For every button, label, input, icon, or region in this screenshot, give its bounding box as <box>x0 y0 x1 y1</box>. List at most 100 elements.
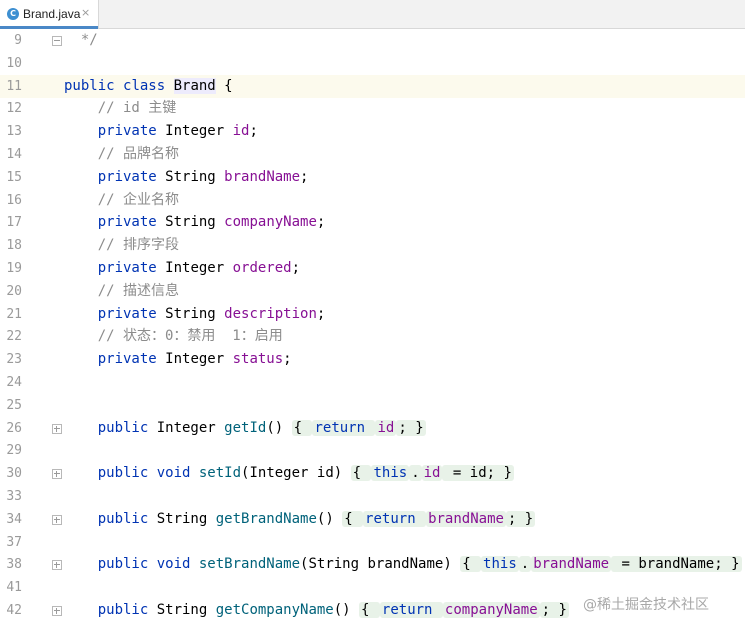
code-line[interactable]: 16 // 企业名称 <box>0 189 745 212</box>
code-token: { <box>460 556 482 573</box>
line-number: 19 <box>6 261 22 276</box>
code-token: (String brandName) <box>300 556 461 573</box>
line-number: 9 <box>14 33 22 48</box>
line-number: 12 <box>6 101 22 117</box>
code-text: // 状态：0：禁用 1：启用 <box>64 325 283 348</box>
code-line[interactable]: 22 // 状态：0：禁用 1：启用 <box>0 325 745 348</box>
code-editor[interactable]: 9 */10 11 public class Brand {12 // id 主键 1… <box>0 29 745 633</box>
code-token: String <box>156 510 216 527</box>
code-token: (Integer id) <box>241 465 351 482</box>
line-number: 30 <box>6 466 22 482</box>
code-token: String <box>165 168 225 185</box>
line-number: 15 <box>6 169 22 185</box>
code-line[interactable]: 18 // 排序字段 <box>0 234 745 257</box>
code-token: public <box>64 556 157 573</box>
fold-toggle-icon[interactable] <box>52 514 62 525</box>
code-token: */ <box>64 32 98 48</box>
code-token: () <box>266 419 292 436</box>
code-token: id <box>232 123 250 140</box>
line-number: 29 <box>6 443 22 459</box>
code-token: private <box>64 351 166 368</box>
code-text: public Integer getId() { return id; } <box>64 417 426 440</box>
code-token: ; } <box>505 510 536 527</box>
java-class-icon: C <box>7 8 19 20</box>
code-token: private <box>64 168 166 185</box>
code-line[interactable]: 34 public String getBrandName() { return… <box>0 508 745 531</box>
code-line[interactable]: 37 <box>0 531 745 554</box>
code-text: private Integer status; <box>64 348 292 371</box>
code-line[interactable]: 23 private Integer status; <box>0 348 745 371</box>
code-line[interactable]: 9 */ <box>0 29 745 52</box>
code-text: public String getCompanyName() { return … <box>64 599 569 622</box>
code-token: ; } <box>396 419 426 436</box>
watermark: @稀土掘金技术社区 <box>583 597 709 613</box>
code-text: private String companyName; <box>64 211 326 234</box>
code-token: ; <box>316 305 326 322</box>
line-number: 13 <box>6 124 22 140</box>
code-token: = id; } <box>442 465 514 482</box>
line-number: 14 <box>6 147 22 162</box>
code-line[interactable]: 20 // 描述信息 <box>0 280 745 303</box>
code-token: String <box>165 305 225 322</box>
code-line[interactable]: 11 public class Brand { <box>0 74 745 98</box>
code-token: private <box>64 305 166 322</box>
code-token: { <box>359 602 380 618</box>
code-token: getBrandName <box>215 510 317 527</box>
code-token: void <box>156 556 199 573</box>
line-number: 21 <box>6 306 22 322</box>
line-number: 11 <box>6 78 22 94</box>
code-token: Integer <box>165 351 233 368</box>
code-token: ordered <box>232 260 292 276</box>
code-line[interactable]: 30 public void setId(Integer id) { this.… <box>0 462 745 485</box>
code-line[interactable]: 38 public void setBrandName(String brand… <box>0 553 745 576</box>
code-text: public void setId(Integer id) { this. id … <box>64 462 514 485</box>
code-token: Integer <box>165 123 233 140</box>
code-token: // 排序字段 <box>64 237 180 254</box>
code-line[interactable]: 26 public Integer getId() { return id; } <box>0 417 745 440</box>
code-line[interactable]: 12 // id 主键 <box>0 97 745 120</box>
code-token: brandName <box>426 510 506 527</box>
code-token: brandName <box>224 168 301 185</box>
line-number: 24 <box>6 375 22 390</box>
code-line[interactable]: 33 <box>0 485 745 508</box>
code-line[interactable]: 21 private String description; <box>0 303 745 326</box>
code-text: // 描述信息 <box>64 280 179 303</box>
line-number: 34 <box>6 511 22 527</box>
line-number: 33 <box>6 489 22 504</box>
code-text: // 企业名称 <box>64 189 179 212</box>
fold-toggle-icon[interactable] <box>52 560 62 571</box>
code-line[interactable]: 19 private Integer ordered; <box>0 257 745 280</box>
code-line[interactable]: 29 <box>0 439 745 462</box>
code-token: description <box>224 305 317 322</box>
code-token: getCompanyName <box>215 602 334 618</box>
code-line[interactable]: 25 <box>0 394 745 417</box>
fold-toggle-icon[interactable] <box>52 423 62 434</box>
line-number: 16 <box>6 192 22 208</box>
code-token: this <box>481 556 519 573</box>
code-token: { <box>350 465 372 482</box>
close-icon[interactable]: × <box>81 6 90 20</box>
code-line[interactable]: 14 // 品牌名称 <box>0 143 745 166</box>
code-text: // id 主键 <box>64 97 177 120</box>
code-line[interactable]: 10 <box>0 52 745 75</box>
code-line[interactable]: 24 <box>0 371 745 394</box>
code-token: companyName <box>224 214 317 231</box>
code-text: private String description; <box>64 303 326 326</box>
tab-label: Brand.java <box>23 7 81 21</box>
code-token: // id 主键 <box>64 100 177 117</box>
fold-toggle-icon[interactable] <box>52 606 62 616</box>
fold-toggle-icon[interactable] <box>52 36 62 46</box>
tab-brand-java[interactable]: C Brand.java × <box>0 0 99 29</box>
code-line[interactable]: 17 private String companyName; <box>0 211 745 234</box>
code-token: private <box>64 214 166 231</box>
fold-toggle-icon[interactable] <box>52 469 62 480</box>
code-token: brandName <box>531 556 612 573</box>
editor-tab-bar: C Brand.java × <box>0 0 745 29</box>
code-token: private <box>64 123 166 140</box>
code-token: () <box>316 510 343 527</box>
code-line[interactable]: 15 private String brandName; <box>0 166 745 189</box>
code-line[interactable]: 13 private Integer id; <box>0 120 745 143</box>
code-token: String <box>165 214 225 231</box>
line-number: 42 <box>6 603 22 618</box>
line-number: 10 <box>6 55 22 71</box>
